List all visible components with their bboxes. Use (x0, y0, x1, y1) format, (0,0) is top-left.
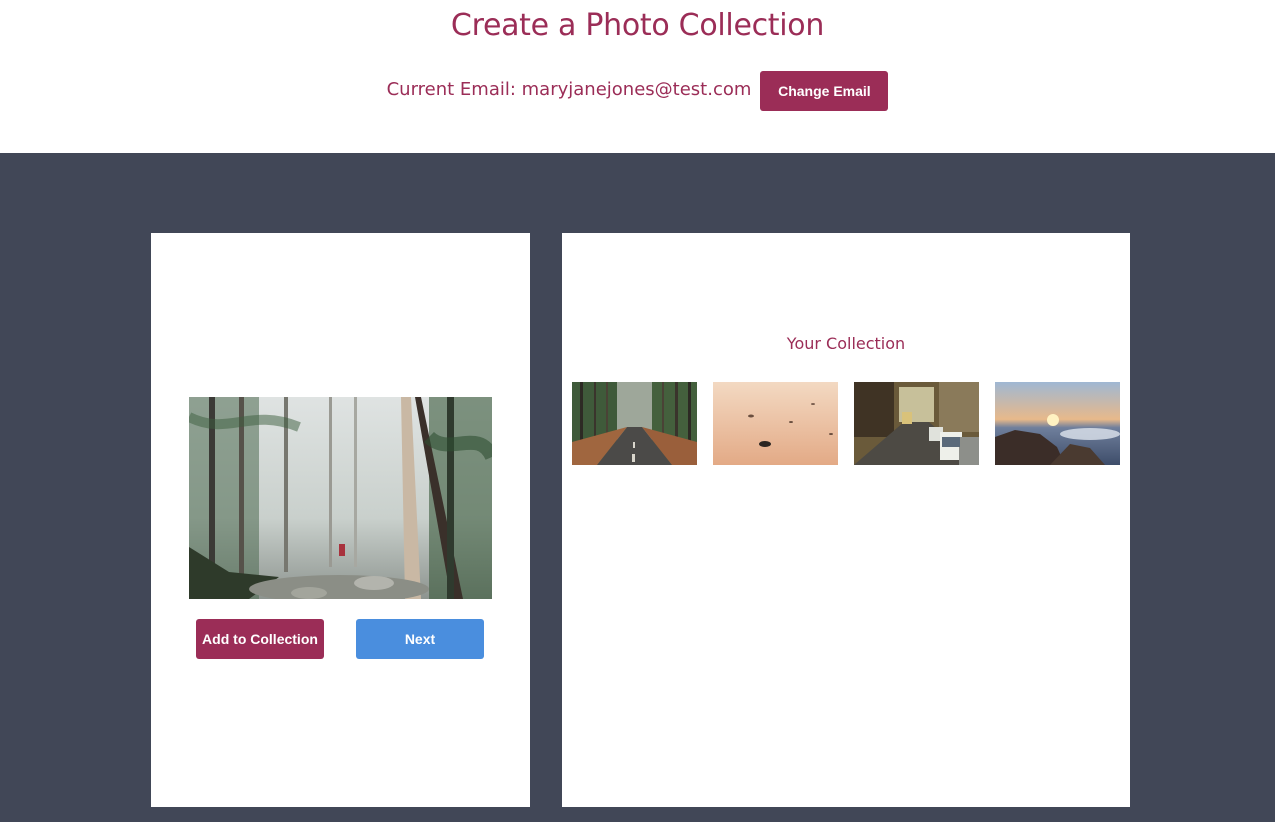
current-email-text: Current Email: maryjanejones@test.com (386, 78, 752, 100)
tree-lined-road-photo[interactable] (572, 382, 697, 465)
email-row: Current Email: maryjanejones@test.com Ch… (0, 71, 1275, 111)
change-email-button[interactable]: Change Email (760, 71, 889, 111)
page-header: Create a Photo Collection Current Email:… (0, 0, 1275, 153)
ocean-sunset-photo[interactable] (995, 382, 1120, 465)
sand-pebbles-photo[interactable] (713, 382, 838, 465)
photo-viewer-card: Add to Collection Next (151, 233, 530, 807)
collection-thumbnails (572, 382, 1120, 465)
next-button[interactable]: Next (356, 619, 484, 659)
add-to-collection-button[interactable]: Add to Collection (196, 619, 324, 659)
forest-photo (189, 397, 492, 599)
collection-title: Your Collection (786, 334, 906, 353)
page-title: Create a Photo Collection (450, 8, 825, 43)
city-street-photo[interactable] (854, 382, 979, 465)
collection-card: Your Collection (562, 233, 1130, 807)
